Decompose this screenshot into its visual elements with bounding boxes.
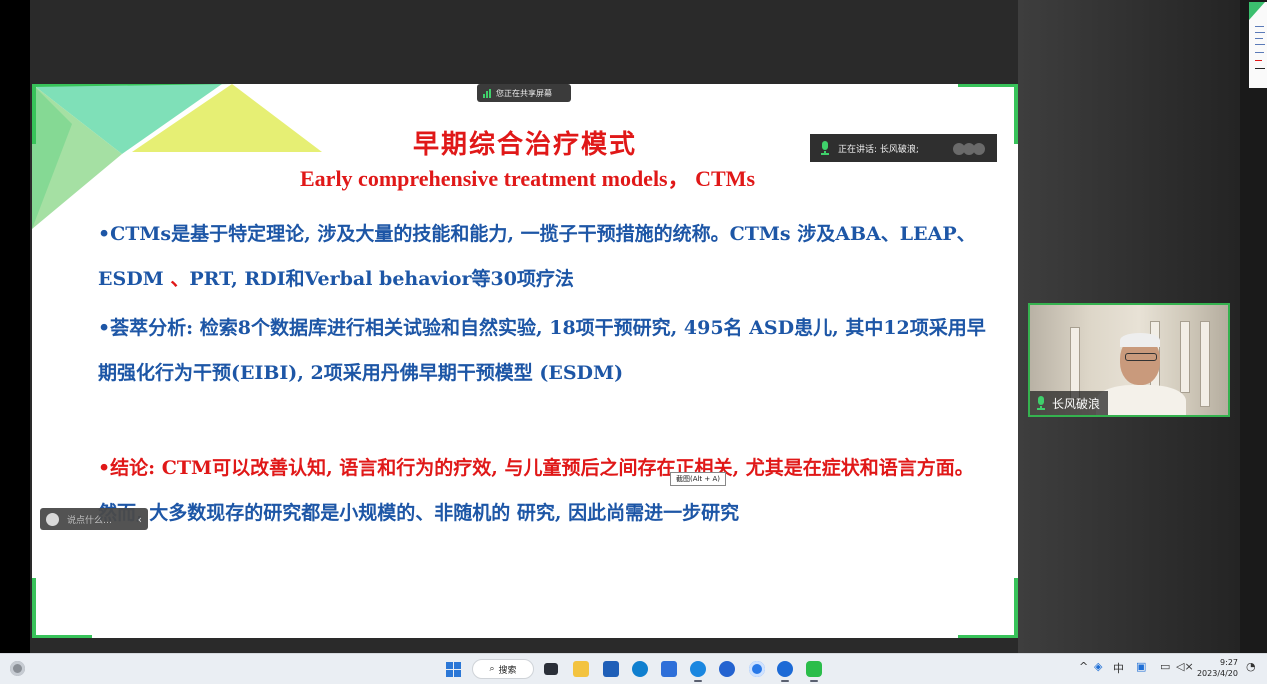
slide-subtitle: Early comprehensive treatment models， CT…	[300, 166, 756, 191]
screen-sharing-indicator[interactable]: 您正在共享屏幕	[477, 84, 571, 102]
microphone-icon	[1036, 396, 1046, 410]
chevron-left-icon[interactable]: ‹	[138, 513, 142, 526]
corner-mark-bl	[32, 578, 36, 638]
windows-start-icon[interactable]	[446, 662, 461, 677]
slide-paragraph-ctms: •CTMs是基于特定理论, 涉及大量的技能和能力, 一揽子干预措施的统称。CTM…	[98, 212, 998, 302]
notification-icon[interactable]: ◔	[1246, 660, 1256, 673]
ctms-text-b: PRT, RDI和Verbal behavior等30项疗法	[189, 268, 574, 290]
participant-body	[1096, 385, 1186, 415]
participant-hair	[1120, 333, 1160, 347]
corner-mark-br	[1014, 578, 1018, 638]
ctms-red-mark: 、	[170, 268, 190, 290]
meeting-stage: 早期综合治疗模式 Early comprehensive treatment m…	[0, 0, 1267, 653]
chat-placeholder: 说点什么…	[67, 515, 113, 526]
emoji-icon[interactable]	[46, 512, 59, 526]
meeting-app-icon[interactable]	[690, 661, 706, 682]
photos-icon[interactable]	[661, 661, 677, 677]
system-clock[interactable]: 9:27 2023/4/20	[1196, 657, 1238, 679]
conclusion-blue-text: 然而, 大多数现存的研究都是小规模的、非随机的 研究, 因此尚需进一步研究	[98, 502, 740, 524]
left-edge	[0, 0, 30, 653]
edge-strip	[1240, 0, 1267, 653]
search-label: 搜索	[498, 665, 517, 676]
speaking-text: 正在讲话: 长风破浪;	[838, 144, 919, 155]
slide-paragraph-meta-analysis: •荟萃分析: 检索8个数据库进行相关试验和自然实验, 18项干预研究, 495名…	[98, 317, 986, 384]
presentation-slide: 早期综合治疗模式 Early comprehensive treatment m…	[32, 84, 1018, 638]
task-view-icon[interactable]	[544, 663, 558, 675]
volume-icon[interactable]: ◁×	[1176, 660, 1194, 673]
speaker-avatars	[953, 141, 987, 155]
windows-taskbar: ⌕ 搜索 ^ ◈ 中 ▣ ▭ ◁× 9:27 2023/4/20 ◔	[0, 653, 1267, 684]
corner-mark-br-h	[958, 635, 1018, 638]
microphone-icon	[820, 141, 830, 155]
network-icon[interactable]: ▭	[1160, 660, 1170, 673]
speaking-indicator: 正在讲话: 长风破浪;	[810, 134, 997, 162]
share-status-text: 您正在共享屏幕	[496, 88, 552, 98]
calligraphy-scroll	[1070, 327, 1080, 399]
corner-mark-bl-h	[32, 635, 92, 638]
clock-time: 9:27	[1220, 658, 1238, 667]
participant-name-tag: 长风破浪	[1030, 391, 1109, 415]
search-icon: ⌕	[489, 664, 495, 674]
participant-glasses	[1125, 353, 1157, 361]
chevron-up-icon[interactable]: ^	[1079, 660, 1088, 673]
taskbar-search[interactable]: ⌕ 搜索	[472, 659, 534, 679]
wechat-icon[interactable]	[806, 661, 822, 682]
participant-video-tile[interactable]: 长风破浪	[1028, 303, 1230, 417]
browser-icon[interactable]	[719, 661, 735, 677]
conclusion-red-text: •结论: CTM可以改善认知, 语言和行为的疗效, 与儿童预后之间存在正相关, …	[98, 457, 974, 479]
widgets-icon[interactable]	[10, 661, 25, 676]
chat-input[interactable]: 说点什么… ‹	[40, 508, 148, 530]
calligraphy-scroll	[1200, 321, 1210, 407]
network-app-icon[interactable]: ◈	[1094, 660, 1102, 673]
store-icon[interactable]	[603, 661, 619, 677]
slide-thumbnail[interactable]	[1249, 2, 1267, 88]
calligraphy-scroll	[1180, 321, 1190, 393]
clock-date: 2023/4/20	[1196, 669, 1238, 678]
participant-name: 长风破浪	[1052, 396, 1101, 411]
corner-mark-tr-h	[958, 84, 1018, 87]
file-explorer-icon[interactable]	[573, 661, 589, 677]
ime-indicator[interactable]: 中	[1113, 660, 1124, 676]
corner-mark-tl	[32, 84, 36, 144]
edge-icon[interactable]	[632, 661, 648, 677]
k-app-icon[interactable]	[749, 661, 765, 677]
signal-bars-icon	[483, 88, 491, 98]
tray-app-icon[interactable]: ▣	[1136, 660, 1146, 673]
screenshot-tooltip: 截图(Alt + A)	[670, 472, 726, 486]
qq-icon[interactable]	[777, 661, 793, 682]
slide-paragraph-conclusion: •结论: CTM可以改善认知, 语言和行为的疗效, 与儿童预后之间存在正相关, …	[98, 446, 998, 536]
